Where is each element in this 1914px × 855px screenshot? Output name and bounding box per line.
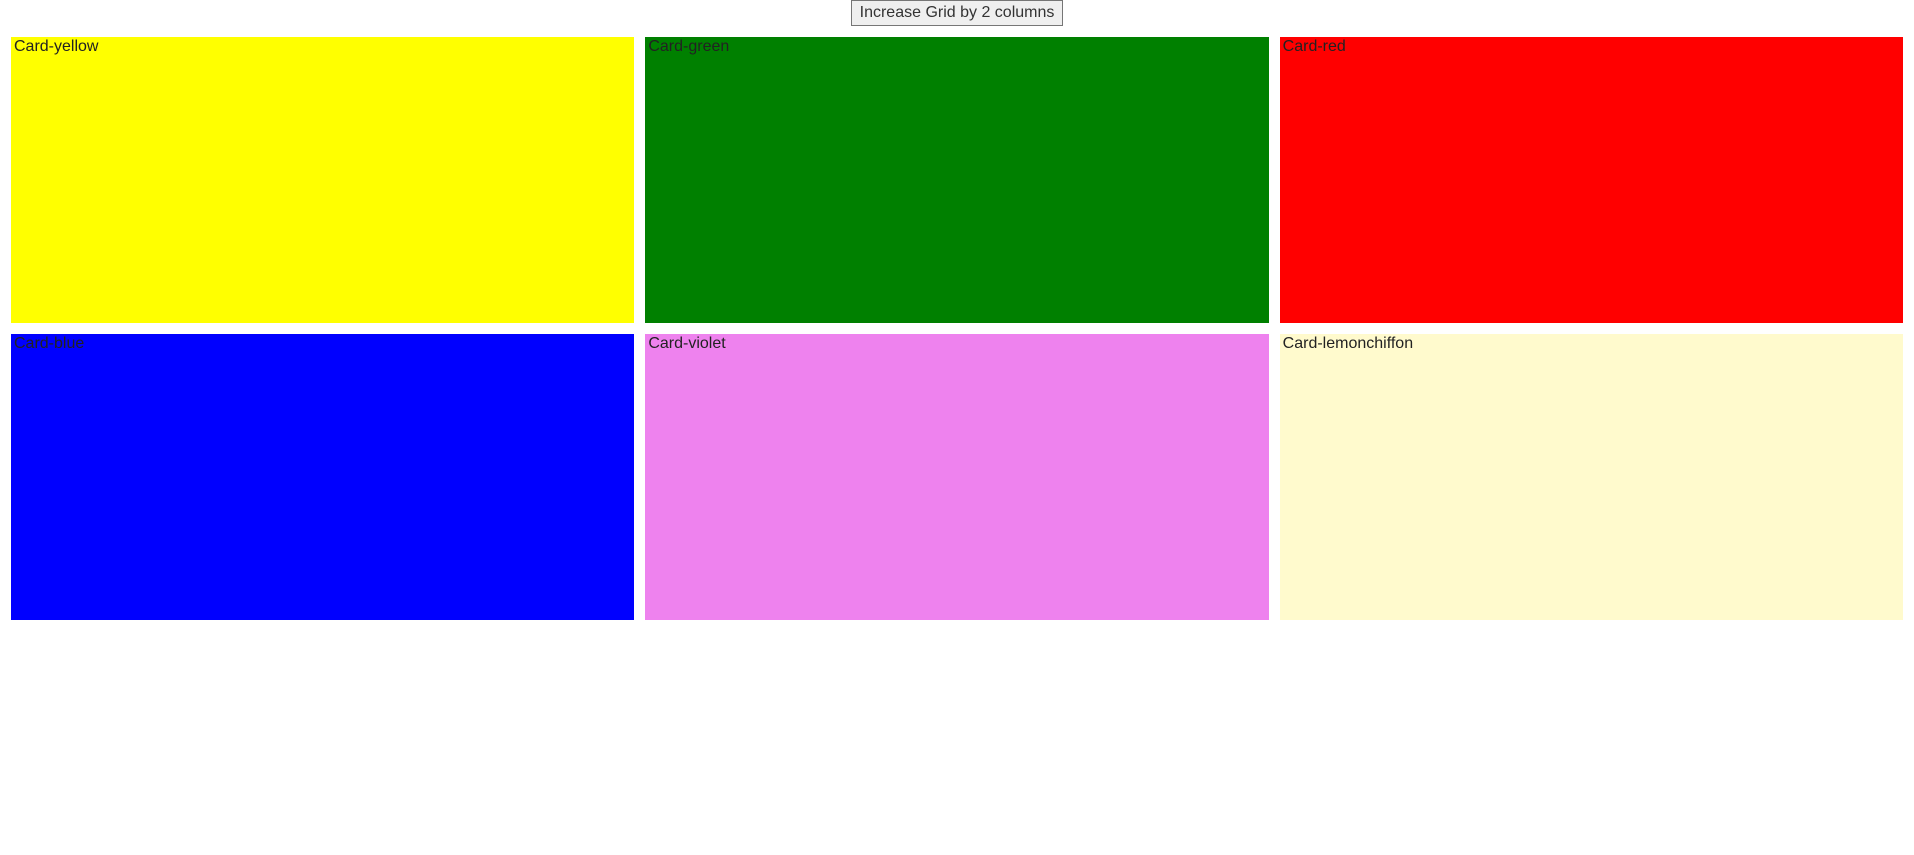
card-yellow: Card-yellow (11, 37, 634, 323)
card-lemonchiffon: Card-lemonchiffon (1280, 334, 1903, 620)
card-blue: Card-blue (11, 334, 634, 620)
increase-grid-button[interactable]: Increase Grid by 2 columns (851, 0, 1064, 26)
card-grid: Card-yellow Card-green Card-red Card-blu… (0, 26, 1914, 631)
top-bar: Increase Grid by 2 columns (0, 0, 1914, 26)
card-red: Card-red (1280, 37, 1903, 323)
card-green: Card-green (645, 37, 1268, 323)
card-violet: Card-violet (645, 334, 1268, 620)
